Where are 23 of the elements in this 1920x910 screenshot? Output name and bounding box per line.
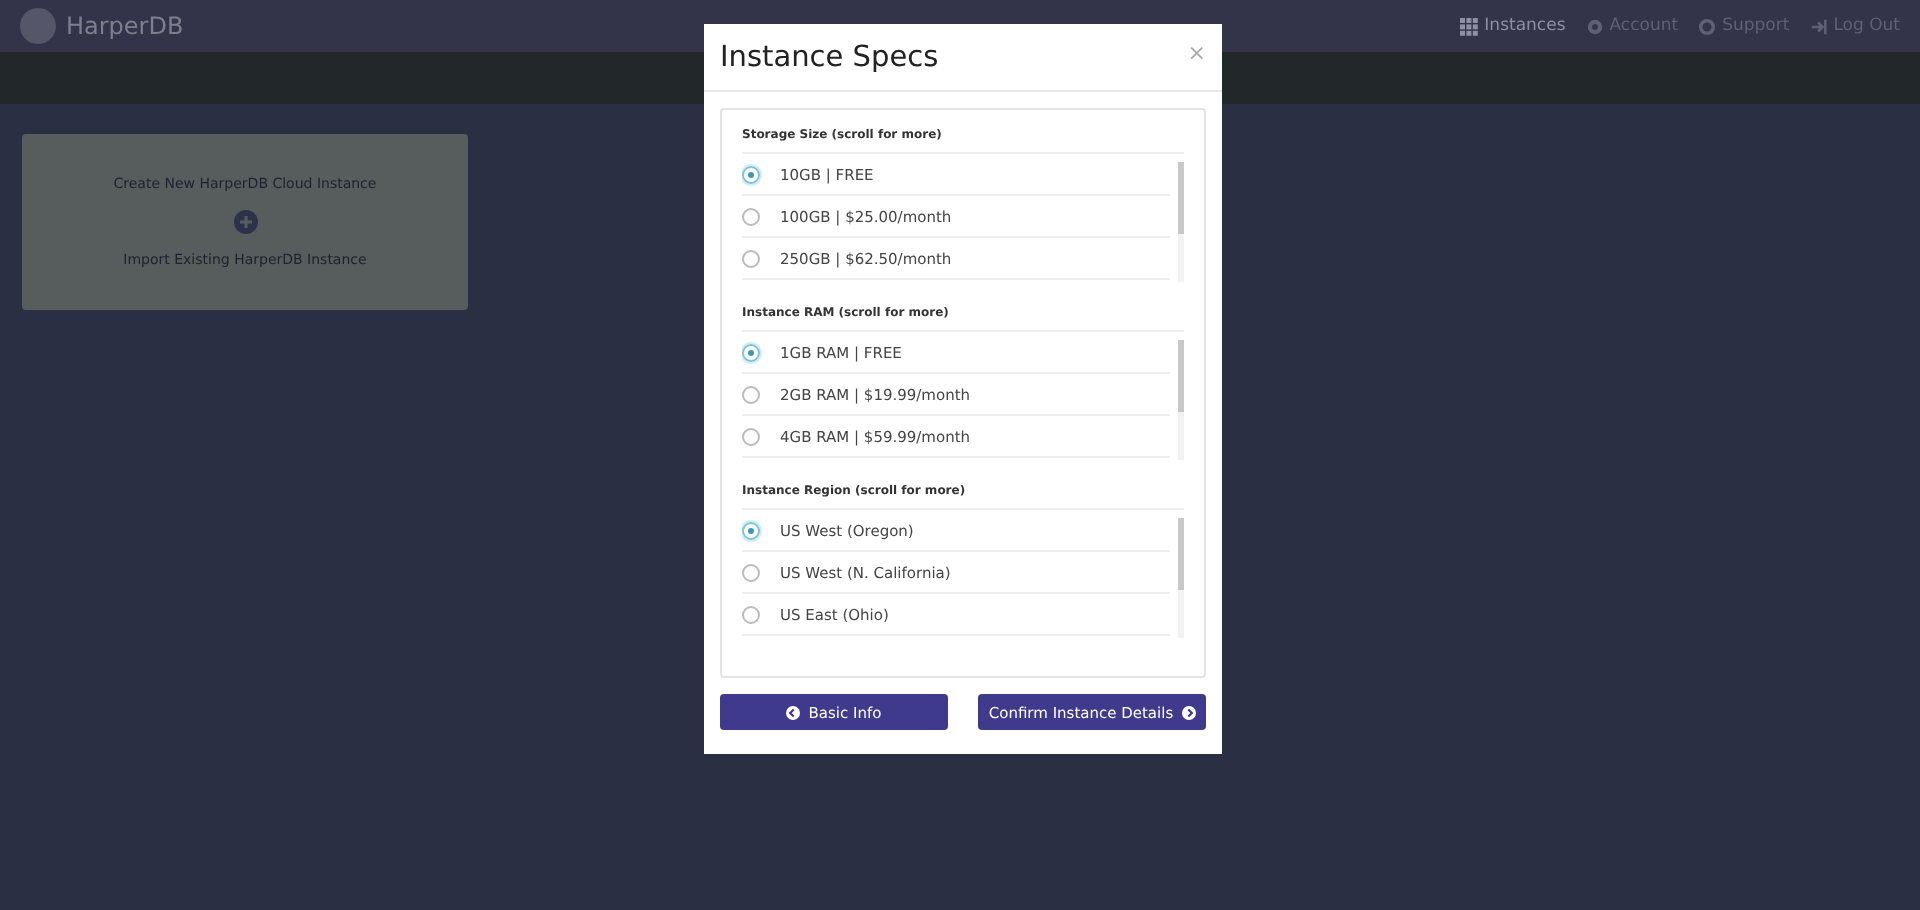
add-icon: [233, 210, 257, 234]
radio-button[interactable]: [742, 385, 760, 403]
chevron-right-icon: [1181, 705, 1196, 719]
radio-button[interactable]: [742, 427, 760, 445]
dialog-title: Instance Specs: [720, 42, 939, 74]
nav-link[interactable]: Instances: [1460, 16, 1566, 36]
chevron-left-icon: [786, 705, 801, 719]
radio-button[interactable]: [742, 207, 760, 225]
logo-icon: [20, 8, 56, 44]
logo-text: HarperDB: [66, 12, 184, 40]
settings-icon: [1585, 17, 1604, 35]
grid-icon: [1460, 17, 1479, 35]
radio-button[interactable]: [742, 563, 760, 581]
scrollbar[interactable]: [1178, 518, 1184, 638]
scrollbar[interactable]: [1178, 162, 1184, 282]
radio-button[interactable]: [742, 249, 760, 267]
radio-button[interactable]: [742, 521, 760, 539]
radio-button[interactable]: [742, 343, 760, 361]
lifebuoy-icon: [1698, 17, 1717, 35]
radio-button[interactable]: [742, 165, 760, 183]
scrollbar[interactable]: [1178, 340, 1184, 460]
radio-button[interactable]: [742, 605, 760, 623]
sign-out-icon: [1809, 17, 1828, 35]
